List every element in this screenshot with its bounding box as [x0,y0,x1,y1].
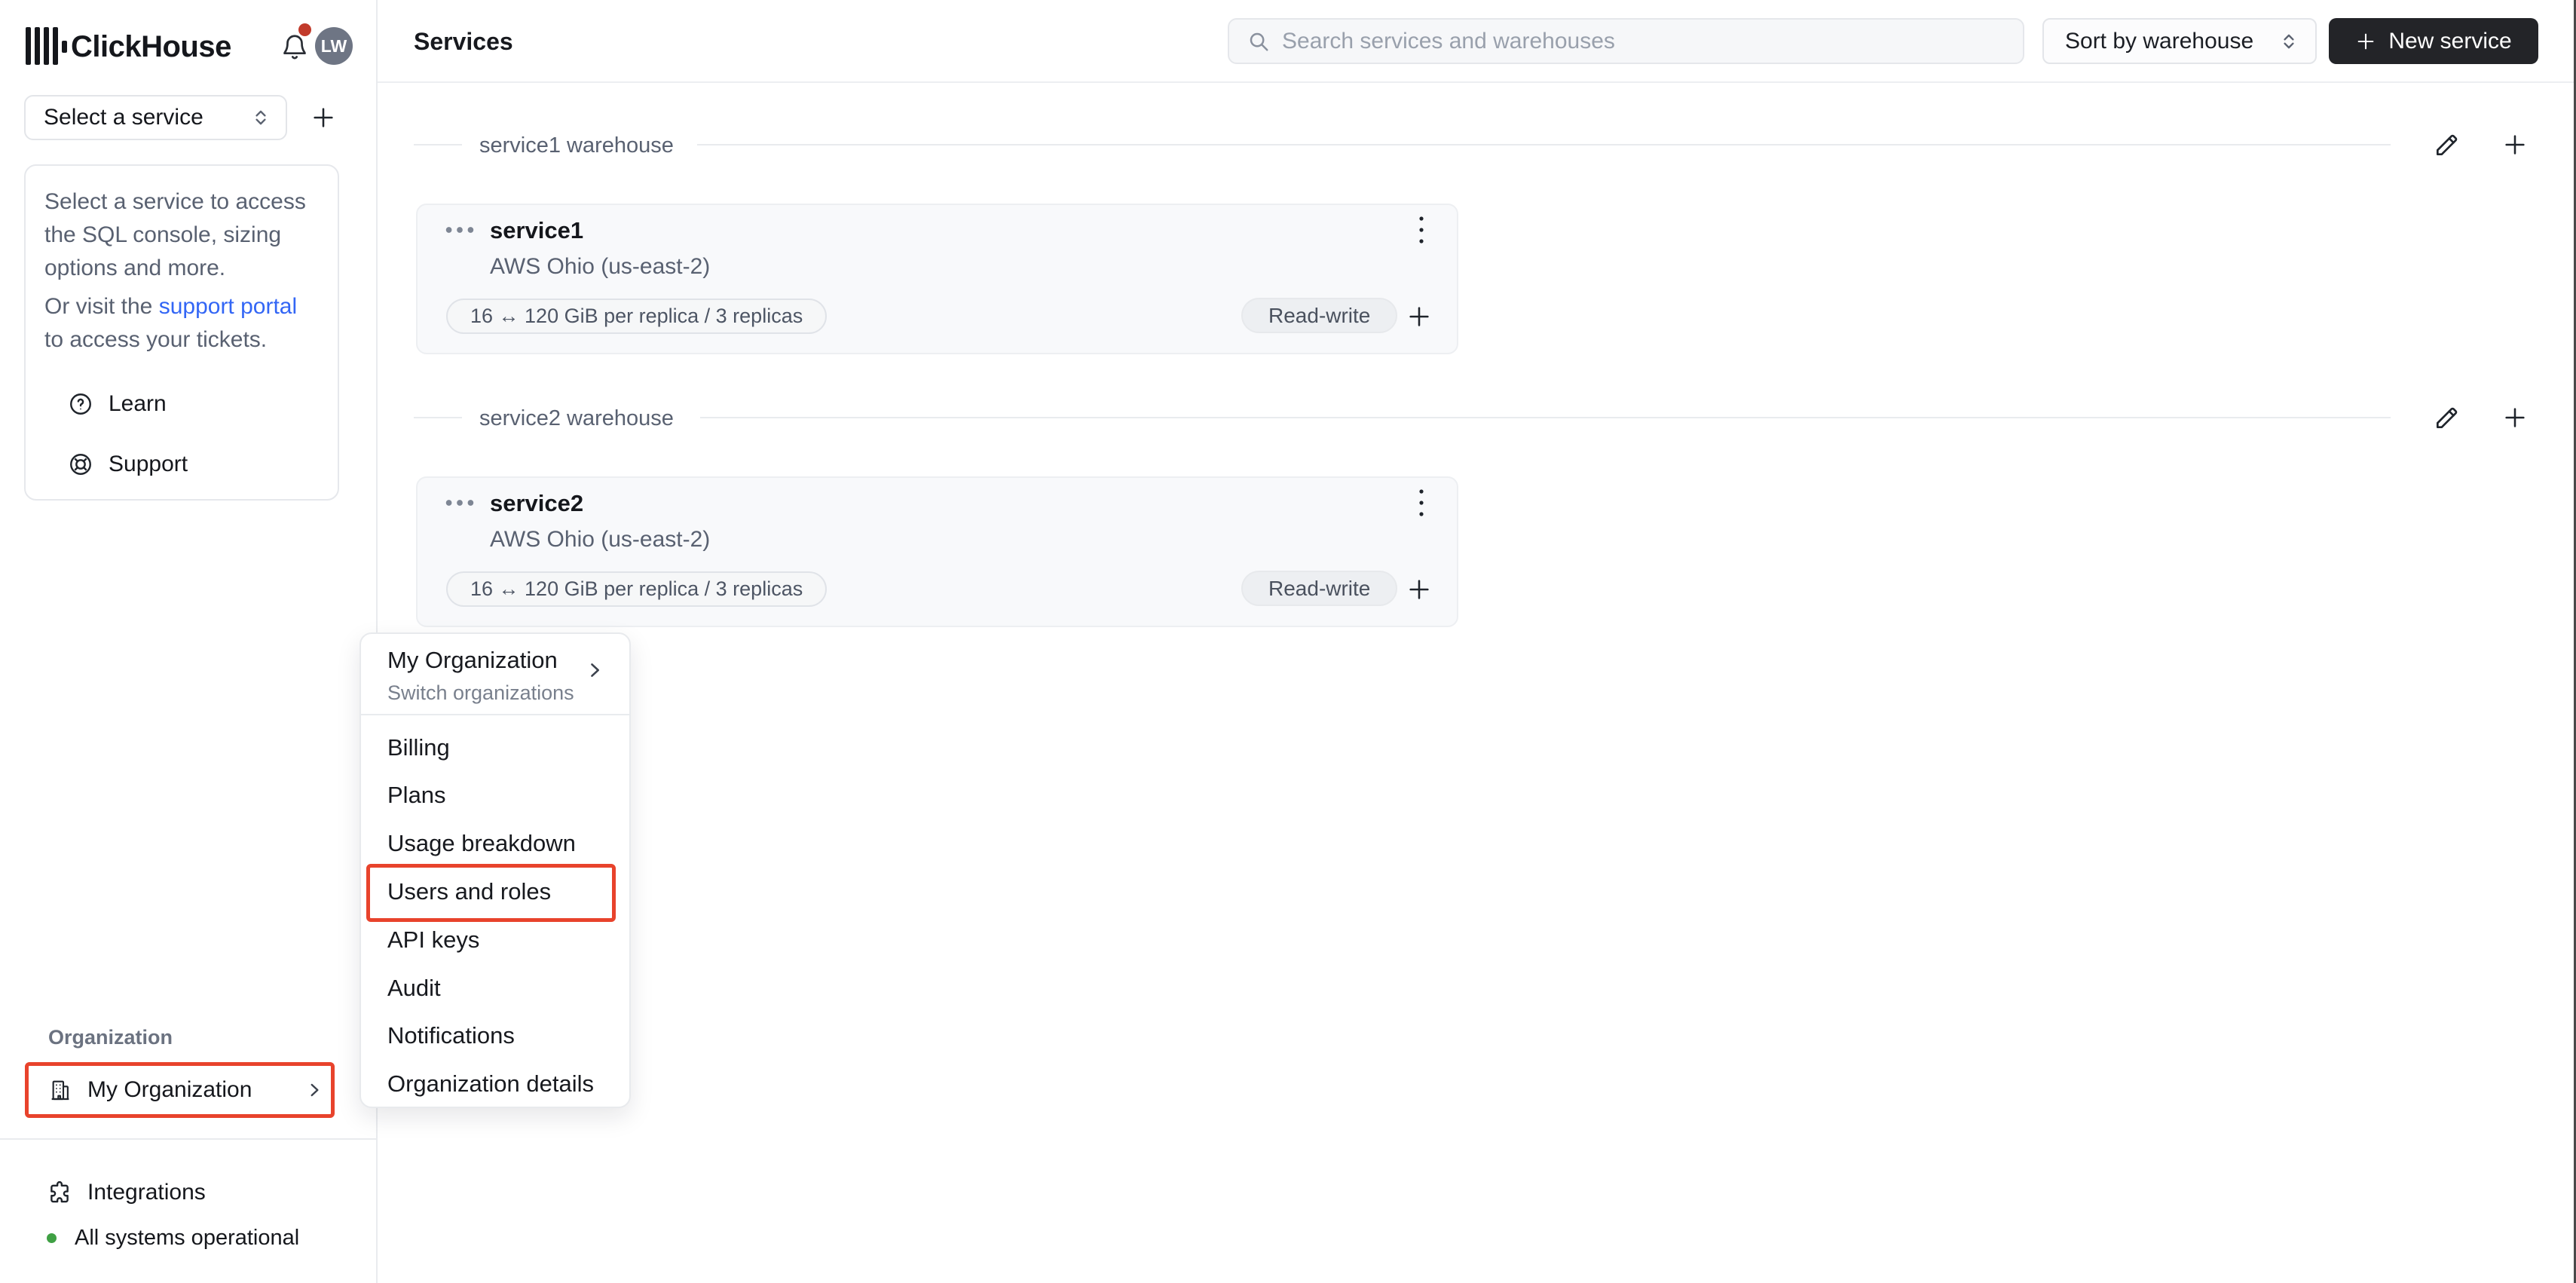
add-service-button[interactable] [308,103,338,133]
service-info-card: Select a service to access the SQL conso… [24,164,339,501]
chevron-right-icon [584,660,605,681]
menu-item-billing[interactable]: Billing [387,733,450,761]
section-line [697,144,2391,145]
annotation-box-users-and-roles [366,864,616,922]
learn-label: Learn [109,391,167,416]
topbar: Services Sort by warehouse [378,0,2576,83]
read-write-pill[interactable]: Read-write [1241,298,1398,333]
clickhouse-logo-icon[interactable] [26,27,68,65]
menu-org-title: My Organization [387,647,558,673]
sidebar-item-integrations[interactable]: Integrations [47,1176,206,1209]
avatar[interactable]: LW [315,27,353,65]
sort-select[interactable]: Sort by warehouse [2042,18,2317,64]
chevron-up-down-icon [2279,32,2299,51]
organization-section-label: Organization [48,1026,173,1049]
warehouse-label: service2 warehouse [479,406,674,430]
menu-item-organization-details[interactable]: Organization details [387,1070,594,1098]
service-card[interactable]: service2 AWS Ohio (us-east-2) 16 ↔ 120 G… [416,476,1458,627]
service-select[interactable]: Select a service [24,95,287,140]
search-bar[interactable] [1228,18,2024,64]
lifebuoy-icon [68,452,93,477]
service-size-badge: 16 ↔ 120 GiB per replica / 3 replicas [446,571,828,607]
notifications-bell-icon[interactable] [280,32,309,62]
support-portal-link[interactable]: support portal [159,294,297,319]
info-paragraph-2: Or visit the support portal to access yo… [44,294,298,352]
service-name: service2 [490,490,584,516]
menu-item-plans[interactable]: Plans [387,781,446,809]
add-service-to-warehouse-button[interactable] [2502,405,2528,430]
service-select-label: Select a service [44,105,203,130]
section-line [700,417,2391,418]
menu-item-notifications[interactable]: Notifications [387,1021,515,1049]
menu-item-audit[interactable]: Audit [387,974,441,1002]
menu-divider [361,714,629,715]
service-status-dots-icon [443,498,476,507]
new-service-label: New service [2388,28,2512,54]
question-circle-icon [68,391,93,417]
sort-select-label: Sort by warehouse [2065,28,2254,54]
service-region: AWS Ohio (us-east-2) [490,527,711,552]
kebab-menu-icon[interactable] [1417,485,1426,520]
edit-warehouse-button[interactable] [2433,403,2461,432]
integrations-label: Integrations [87,1180,206,1205]
notification-dot [298,23,311,36]
info-paragraph-1: Select a service to access the SQL conso… [44,189,306,280]
service-card[interactable]: service1 AWS Ohio (us-east-2) 16 ↔ 120 G… [416,204,1458,354]
warehouse-label: service1 warehouse [479,133,674,158]
card-plus-icon[interactable] [1406,577,1432,602]
search-input[interactable] [1282,28,1975,54]
puzzle-icon [47,1180,72,1205]
brand-name: ClickHouse [71,30,231,63]
status-green-dot [47,1232,57,1243]
page-title: Services [414,28,513,55]
new-service-button[interactable]: New service [2329,18,2538,64]
status-label: All systems operational [75,1225,300,1250]
menu-org-subtitle: Switch organizations [387,681,574,705]
search-icon [1247,30,1270,53]
plus-icon [2355,31,2376,52]
kebab-menu-icon[interactable] [1417,213,1426,247]
read-write-pill[interactable]: Read-write [1241,571,1398,606]
card-plus-icon[interactable] [1406,304,1432,329]
sidebar-divider [0,1138,378,1140]
clickhouse-console: ClickHouse LW Select a service Select a … [0,0,2576,1283]
menu-item-api-keys[interactable]: API keys [387,926,479,954]
section-line [414,417,462,418]
service-name: service1 [490,217,584,243]
section-line [414,144,462,145]
menu-item-usage-breakdown[interactable]: Usage breakdown [387,829,576,857]
edit-warehouse-button[interactable] [2433,130,2461,159]
chevron-up-down-icon [251,108,271,127]
learn-link[interactable]: Learn [68,389,167,419]
service-status-dots-icon [443,225,476,234]
service-region: AWS Ohio (us-east-2) [490,254,711,279]
system-status[interactable]: All systems operational [47,1221,299,1254]
annotation-box-my-organization [25,1062,335,1118]
menu-header-switch-organizations[interactable]: My Organization Switch organizations [387,646,574,706]
support-label: Support [109,452,188,476]
support-link[interactable]: Support [68,449,188,479]
service-size-badge: 16 ↔ 120 GiB per replica / 3 replicas [446,299,828,334]
add-service-to-warehouse-button[interactable] [2502,132,2528,158]
